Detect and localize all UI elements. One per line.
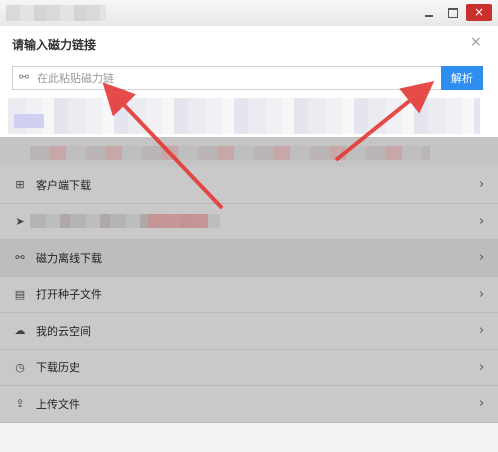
chevron-right-icon: › bbox=[479, 177, 485, 193]
menu-item-4[interactable]: ▤ 打开种子文件 › bbox=[0, 276, 498, 313]
maximize-button[interactable] bbox=[442, 4, 464, 21]
menu-item-2[interactable]: ➤ › bbox=[0, 203, 498, 240]
dialog-close-icon[interactable]: × bbox=[470, 34, 482, 50]
send-icon: ➤ bbox=[15, 214, 25, 228]
menu-item-5[interactable]: ☁ 我的云空间 › bbox=[0, 313, 498, 350]
history-icon: ◷ bbox=[15, 360, 25, 374]
minimize-button[interactable] bbox=[418, 4, 440, 21]
magnet-input-box: ⚯ bbox=[12, 66, 441, 90]
menu-item-label: 下载历史 bbox=[36, 361, 80, 375]
chevron-right-icon: › bbox=[479, 359, 485, 375]
chevron-right-icon: › bbox=[479, 396, 485, 412]
menu-item-3[interactable]: ⚯ 磁力离线下载 › bbox=[0, 240, 498, 277]
menu-item-label: 磁力离线下载 bbox=[36, 251, 102, 265]
window-close-button[interactable]: × bbox=[466, 4, 492, 21]
blurred-accent bbox=[14, 114, 44, 128]
parse-button[interactable]: 解析 bbox=[441, 66, 483, 90]
menu-item-label: 我的云空间 bbox=[36, 324, 91, 338]
dialog-title: 请输入磁力链接 bbox=[12, 38, 97, 52]
menu-item-1[interactable]: ⊞ 客户端下载 › bbox=[0, 167, 498, 204]
blurred-highlight bbox=[148, 214, 208, 229]
cloud-icon: ☁ bbox=[14, 324, 26, 338]
maximize-icon bbox=[448, 7, 458, 18]
side-menu: ⊞ 客户端下载 › ➤ › ⚯ 磁力离线下载 › ▤ 打开种子文件 › ☁ 我的云空间 › ◷ 下载历史 › ⇪ 上… bbox=[0, 167, 498, 423]
windows-icon: ⊞ bbox=[15, 178, 25, 192]
magnet-dialog: 请输入磁力链接 × ⚯ 解析 bbox=[0, 26, 498, 137]
chevron-right-icon: › bbox=[479, 213, 485, 229]
file-icon: ▤ bbox=[14, 287, 26, 301]
chevron-right-icon: › bbox=[479, 323, 485, 339]
menu-item-label: 上传文件 bbox=[36, 397, 80, 411]
menu-item-label: 客户端下载 bbox=[36, 178, 91, 192]
menu-item-label: 打开种子文件 bbox=[36, 288, 102, 302]
link-icon: ⚯ bbox=[19, 70, 30, 84]
upload-icon: ⇪ bbox=[15, 397, 25, 411]
link-icon: ⚯ bbox=[15, 251, 25, 265]
menu-item-7[interactable]: ⇪ 上传文件 › bbox=[0, 386, 498, 423]
chevron-right-icon: › bbox=[479, 286, 485, 302]
chevron-right-icon: › bbox=[479, 250, 485, 266]
blurred-title bbox=[6, 5, 106, 21]
minimize-icon bbox=[425, 14, 433, 17]
blurred-content bbox=[8, 98, 480, 134]
menu-item-6[interactable]: ◷ 下载历史 › bbox=[0, 349, 498, 386]
magnet-link-input[interactable] bbox=[35, 68, 439, 88]
blurred-banner bbox=[30, 146, 430, 160]
close-icon: × bbox=[466, 4, 492, 21]
